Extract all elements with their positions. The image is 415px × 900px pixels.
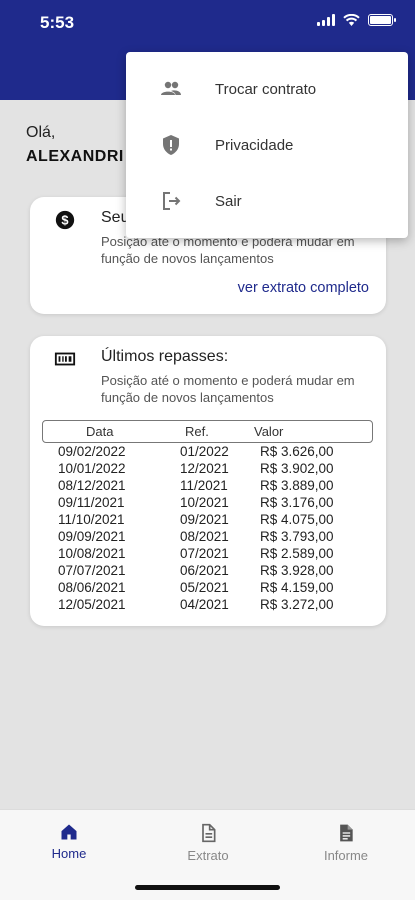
cell-date: 09/09/2021	[58, 529, 126, 544]
shield-icon	[163, 135, 179, 155]
nav-extrato[interactable]: Extrato	[168, 822, 248, 863]
transfers-card: Últimos repasses: Posição até o momento …	[30, 336, 386, 626]
table-row: 12/05/2021 04/2021 R$ 3.272,00	[42, 596, 373, 613]
cell-date: 08/12/2021	[58, 478, 126, 493]
people-icon	[161, 81, 181, 95]
menu-item-label: Trocar contrato	[215, 80, 317, 98]
status-icons	[317, 14, 396, 26]
menu-item-privacidade[interactable]: Privacidade	[126, 117, 408, 173]
menu-item-trocar-contrato[interactable]: Trocar contrato	[126, 61, 408, 117]
cell-date: 09/02/2022	[58, 444, 126, 459]
cell-ref: 06/2021	[180, 563, 229, 578]
cell-ref: 11/2021	[180, 478, 228, 493]
logout-icon	[163, 192, 181, 210]
cell-ref: 01/2022	[180, 444, 229, 459]
cell-value: R$ 3.176,00	[260, 495, 334, 510]
column-header-date: Data	[86, 424, 114, 439]
cell-date: 10/08/2021	[58, 546, 126, 561]
cell-value: R$ 4.159,00	[260, 580, 334, 595]
wifi-icon	[343, 14, 360, 26]
cell-value: R$ 4.075,00	[260, 512, 334, 527]
table-row: 10/08/2021 07/2021 R$ 2.589,00	[42, 545, 373, 562]
menu-item-sair[interactable]: Sair	[126, 173, 408, 229]
cell-date: 12/05/2021	[58, 597, 126, 612]
cell-ref: 05/2021	[180, 580, 229, 595]
nav-extrato-label: Extrato	[187, 848, 229, 863]
greeting-label: Olá,	[26, 124, 56, 141]
cell-date: 10/01/2022	[58, 461, 126, 476]
cell-ref: 04/2021	[180, 597, 229, 612]
status-time: 5:53	[40, 13, 75, 32]
cell-value: R$ 3.793,00	[260, 529, 334, 544]
column-header-ref: Ref.	[185, 424, 209, 439]
dollar-circle-icon: $	[55, 210, 75, 230]
document-filled-icon	[340, 824, 353, 842]
table-row: 08/12/2021 11/2021 R$ 3.889,00	[42, 477, 373, 494]
user-name: ALEXANDRI	[26, 148, 124, 165]
nav-informe-label: Informe	[323, 848, 369, 863]
nav-home[interactable]: Home	[29, 822, 109, 861]
battery-icon	[368, 14, 396, 26]
svg-text:$: $	[61, 213, 68, 228]
table-row: 09/09/2021 08/2021 R$ 3.793,00	[42, 528, 373, 545]
cell-date: 09/11/2021	[58, 495, 125, 510]
table-row: 07/07/2021 06/2021 R$ 3.928,00	[42, 562, 373, 579]
cell-ref: 08/2021	[180, 529, 229, 544]
cell-ref: 10/2021	[180, 495, 229, 510]
transfers-card-subtitle: Posição até o momento e poderá mudar em …	[101, 373, 355, 405]
column-header-value: Valor	[254, 424, 284, 439]
cell-value: R$ 3.902,00	[260, 461, 334, 476]
menu-item-label: Sair	[215, 192, 242, 210]
cell-date: 11/10/2021	[58, 512, 125, 527]
table-row: 09/11/2021 10/2021 R$ 3.176,00	[42, 494, 373, 511]
home-indicator	[135, 885, 280, 890]
nav-informe[interactable]: Informe	[306, 822, 386, 863]
transfers-card-title: Últimos repasses:	[101, 348, 229, 365]
table-header: Data Ref. Valor	[42, 420, 373, 443]
table-row: 08/06/2021 05/2021 R$ 4.159,00	[42, 579, 373, 596]
statement-link[interactable]: ver extrato completo	[238, 280, 369, 296]
table-row: 11/10/2021 09/2021 R$ 4.075,00	[42, 511, 373, 528]
cell-value: R$ 3.928,00	[260, 563, 334, 578]
home-icon	[61, 824, 77, 840]
menu-item-label: Privacidade	[215, 136, 294, 154]
cell-date: 07/07/2021	[58, 563, 126, 578]
options-menu: Trocar contrato Privacidade Sair	[126, 52, 408, 238]
signal-icon	[317, 14, 335, 26]
document-outline-icon	[202, 823, 216, 843]
cell-value: R$ 3.272,00	[260, 597, 334, 612]
cell-date: 08/06/2021	[58, 580, 126, 595]
table-row: 09/02/2022 01/2022 R$ 3.626,00	[42, 443, 373, 460]
cell-value: R$ 2.589,00	[260, 546, 334, 561]
table-row: 10/01/2022 12/2021 R$ 3.902,00	[42, 460, 373, 477]
cell-ref: 07/2021	[180, 546, 229, 561]
cell-ref: 09/2021	[180, 512, 229, 527]
cell-value: R$ 3.626,00	[260, 444, 334, 459]
balance-card-subtitle: Posição até o momento e poderá mudar em …	[101, 234, 355, 266]
cell-value: R$ 3.889,00	[260, 478, 334, 493]
nav-home-label: Home	[51, 846, 87, 861]
barcode-icon	[54, 352, 76, 366]
transfers-table: Data Ref. Valor 09/02/2022 01/2022 R$ 3.…	[42, 420, 373, 613]
cell-ref: 12/2021	[180, 461, 229, 476]
